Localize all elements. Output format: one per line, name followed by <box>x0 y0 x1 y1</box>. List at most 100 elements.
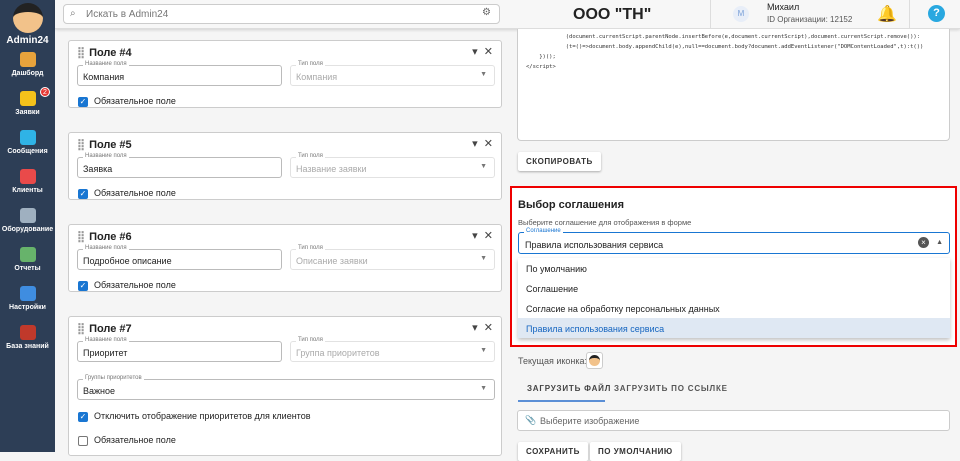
drag-handle-icon[interactable]: ⣿ <box>77 231 85 243</box>
field-name-value: Заявка <box>83 164 113 174</box>
chevron-down-icon[interactable]: ▾ <box>472 138 478 150</box>
field-title: Поле #4 <box>89 47 132 59</box>
field-name-value: Компания <box>83 72 125 82</box>
close-icon[interactable]: ✕ <box>484 322 493 334</box>
nav-icon <box>19 52 36 67</box>
sidebar-item-3[interactable]: Клиенты <box>0 163 55 202</box>
sidebar-item-5[interactable]: Отчеты <box>0 241 55 280</box>
checkbox-label: Обязательное поле <box>94 435 176 445</box>
tab-upload-url[interactable]: ЗАГРУЗИТЬ ПО ССЫЛКЕ <box>614 384 728 393</box>
sidebar-item-4[interactable]: Оборудование <box>0 202 55 241</box>
field-name-input[interactable]: Название поля Подробное описание <box>77 245 282 270</box>
bell-icon[interactable]: 🔔 <box>877 4 897 24</box>
logo[interactable]: Admin24 <box>0 3 55 46</box>
option-terms[interactable]: Правила использования сервиса <box>518 318 950 338</box>
sidebar-item-1[interactable]: Заявки 2 <box>0 85 55 124</box>
nav-icon <box>19 169 36 184</box>
chevron-down-icon[interactable]: ▾ <box>472 322 478 334</box>
field-type-label: Тип поля <box>296 61 325 67</box>
chevron-down-icon: ▼ <box>480 347 487 354</box>
nav-icon <box>19 325 36 340</box>
card-actions: ▾ ✕ <box>472 45 493 58</box>
required-checkbox[interactable]: ✓ Обязательное поле <box>78 188 176 199</box>
file-input[interactable]: 📎 Выберите изображение <box>517 410 950 431</box>
clear-icon[interactable]: × <box>918 237 929 248</box>
agreement-title: Выбор соглашения <box>518 199 624 211</box>
checkbox-checked: ✓ <box>78 280 88 291</box>
required-checkbox[interactable]: ✓ Обязательное поле <box>78 280 176 291</box>
nav-icon <box>19 208 36 223</box>
agreement-value: Правила использования сервиса <box>525 240 664 250</box>
option-agreement[interactable]: Соглашение <box>518 278 950 298</box>
active-tab-indicator <box>518 400 605 402</box>
field-name-input[interactable]: Название поля Приоритет <box>77 337 282 362</box>
checkbox-label: Обязательное поле <box>94 96 176 106</box>
chevron-down-icon: ▼ <box>480 71 487 78</box>
field-card: ⣿ Поле #7 ▾ ✕ Название поля Приоритет Тип … <box>68 316 502 456</box>
sidebar: Admin24 Дашборд Заявки 2 Сообщения Клиенты Об… <box>0 0 55 452</box>
drag-handle-icon[interactable]: ⣿ <box>77 139 85 151</box>
field-card: ⣿ Поле #6 ▾ ✕ Название поля Подробное опис… <box>68 224 502 292</box>
drag-handle-icon[interactable]: ⣿ <box>77 47 85 59</box>
card-title: ⣿ Поле #7 <box>77 322 132 335</box>
field-card: ⣿ Поле #4 ▾ ✕ Название поля Компания Тип п… <box>68 40 502 108</box>
field-name-input[interactable]: Название поля Заявка <box>77 153 282 178</box>
required-checkbox[interactable]: ✓ Обязательное поле <box>78 96 176 107</box>
sidebar-item-6[interactable]: Настройки <box>0 280 55 319</box>
field-name-label: Название поля <box>83 337 129 343</box>
field-type-value: Компания <box>296 72 338 82</box>
header: ⌕ Искать в Admin24 ⚙ ООО "ТН" M Михаил ID … <box>55 0 960 29</box>
card-title: ⣿ Поле #6 <box>77 230 132 243</box>
sidebar-item-label: Дашборд <box>11 70 44 77</box>
card-actions: ▾ ✕ <box>472 137 493 150</box>
field-name-value: Приоритет <box>83 348 128 358</box>
sidebar-item-0[interactable]: Дашборд <box>0 46 55 85</box>
copy-button[interactable]: СКОПИРОВАТЬ <box>518 152 601 171</box>
search-input[interactable]: ⌕ Искать в Admin24 ⚙ <box>63 4 500 24</box>
file-placeholder: Выберите изображение <box>540 416 640 426</box>
chevron-down-icon: ▼ <box>480 163 487 170</box>
search-placeholder: Искать в Admin24 <box>86 9 169 20</box>
agreement-select[interactable]: Соглашение Правила использования сервиса… <box>518 228 950 254</box>
option-personal-data[interactable]: Согласие на обработку персональных данны… <box>518 298 950 318</box>
close-icon[interactable]: ✕ <box>484 138 493 150</box>
field-name-input[interactable]: Название поля Компания <box>77 61 282 86</box>
sidebar-item-7[interactable]: База знаний <box>0 319 55 358</box>
chevron-down-icon[interactable]: ▾ <box>472 230 478 242</box>
sidebar-item-label: Клиенты <box>12 187 43 194</box>
gear-icon[interactable]: ⚙ <box>482 7 491 18</box>
card-title: ⣿ Поле #5 <box>77 138 132 151</box>
agreement-section: Выбор соглашения Выберите соглашение для… <box>510 186 957 347</box>
drag-handle-icon[interactable]: ⣿ <box>77 323 85 335</box>
sidebar-item-2[interactable]: Сообщения <box>0 124 55 163</box>
chevron-down-icon: ▼ <box>480 255 487 262</box>
agreement-options: По умолчанию Соглашение Согласие на обра… <box>518 258 950 338</box>
priority-group-select[interactable]: Группы приоритетов Важное ▼ <box>77 375 495 400</box>
nav-icon <box>19 91 36 106</box>
nav-icon <box>19 286 36 301</box>
field-card: ⣿ Поле #5 ▾ ✕ Название поля Заявка Тип пол… <box>68 132 502 200</box>
option-default[interactable]: По умолчанию <box>518 258 950 278</box>
field-type-value: Описание заявки <box>296 256 368 266</box>
close-icon[interactable]: ✕ <box>484 230 493 242</box>
close-icon[interactable]: ✕ <box>484 46 493 58</box>
field-type-select: Тип поля Компания ▼ <box>290 61 495 86</box>
help-icon[interactable]: ? <box>928 5 945 22</box>
required-checkbox[interactable]: Обязательное поле <box>78 435 176 446</box>
sidebar-item-label: Настройки <box>9 304 46 311</box>
chevron-down-icon: ▼ <box>480 385 487 392</box>
field-type-select: Тип поля Описание заявки ▼ <box>290 245 495 270</box>
chevron-up-icon[interactable]: ▲ <box>936 239 943 246</box>
sidebar-item-label: Заявки <box>15 109 40 116</box>
chevron-down-icon[interactable]: ▾ <box>472 46 478 58</box>
notification-badge: 2 <box>40 87 50 97</box>
agreement-subtitle: Выберите соглашение для отображения в фо… <box>518 218 692 227</box>
embed-code[interactable]: (document.currentScript.parentNode.inser… <box>517 29 950 141</box>
checkbox-label: Обязательное поле <box>94 280 176 290</box>
priority-group-label: Группы приоритетов <box>83 375 144 381</box>
current-icon <box>586 352 603 369</box>
hide-priorities-checkbox[interactable]: ✓ Отключить отображение приоритетов для к… <box>78 411 310 422</box>
field-type-value: Группа приоритетов <box>296 348 380 358</box>
tab-upload-file[interactable]: ЗАГРУЗИТЬ ФАЙЛ <box>527 384 611 393</box>
priority-group-value: Важное <box>83 386 116 396</box>
